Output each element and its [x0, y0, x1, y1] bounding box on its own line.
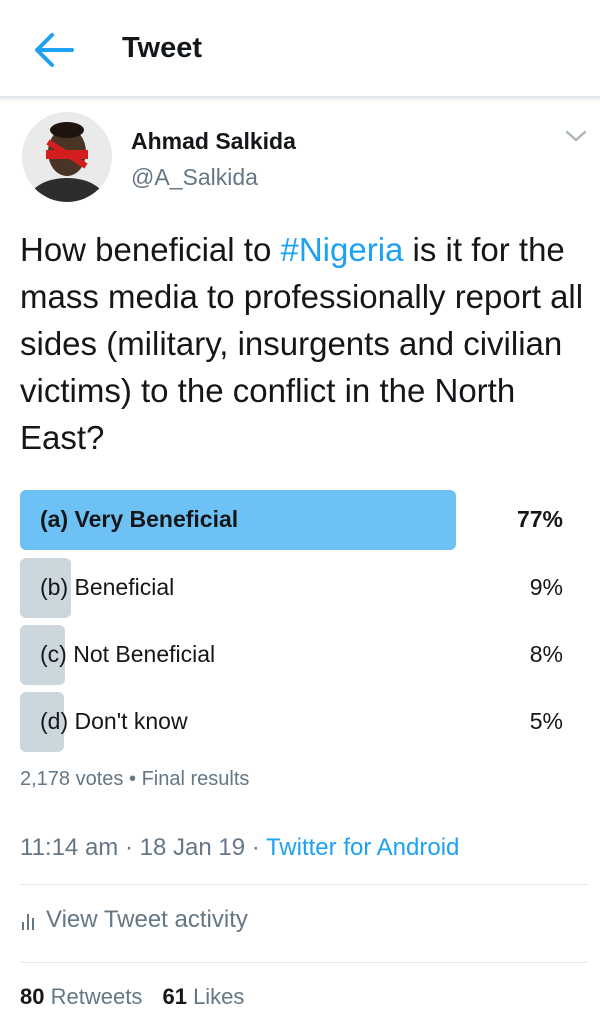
- poll-option-percent: 77%: [516, 506, 563, 532]
- view-tweet-activity-button[interactable]: View Tweet activity: [20, 906, 248, 934]
- likes-stat[interactable]: 61 Likes: [162, 984, 244, 1009]
- poll-option-percent: 9%: [529, 574, 563, 600]
- poll-summary: 2,178 votes • Final results: [20, 768, 249, 791]
- poll-option-percent: 8%: [529, 641, 563, 667]
- tweet-timestamp: 11:14 am · 18 Jan 19 · Twitter for Andro…: [20, 834, 459, 862]
- likes-label: Likes: [193, 984, 245, 1009]
- retweets-count: 80: [20, 984, 45, 1009]
- poll-option-percent: 5%: [529, 708, 563, 734]
- avatar[interactable]: [22, 112, 112, 202]
- poll-separator: •: [128, 768, 136, 790]
- avatar-image: [22, 112, 112, 202]
- retweets-stat[interactable]: 80 Retweets: [20, 984, 142, 1009]
- poll-option-label: (b) Beneficial: [40, 574, 175, 600]
- tweet-source-link[interactable]: Twitter for Android: [266, 834, 459, 861]
- tweet-stats: 80 Retweets 61 Likes: [20, 984, 258, 1010]
- divider: [20, 962, 588, 963]
- poll-option: (a) Very Beneficial 77%: [20, 490, 565, 550]
- chevron-down-icon: [565, 130, 587, 142]
- poll-option: (b) Beneficial 9%: [20, 558, 565, 618]
- meta-separator: ·: [251, 834, 260, 861]
- tweet-time: 11:14 am: [20, 834, 119, 861]
- likes-count: 61: [162, 984, 187, 1009]
- tweet-text: How beneficial to #Nigeria is it for the…: [20, 226, 590, 461]
- arrow-left-icon: [35, 33, 74, 67]
- poll-status: Final results: [141, 768, 250, 790]
- poll-option-label: (d) Don't know: [40, 708, 188, 734]
- tweet-date: 18 Jan 19: [139, 834, 246, 861]
- poll-option: (d) Don't know 5%: [20, 692, 565, 752]
- divider: [20, 884, 588, 885]
- back-button[interactable]: [32, 30, 76, 70]
- tweet-text-start: How beneficial to: [20, 231, 281, 268]
- author-name[interactable]: Ahmad Salkida: [131, 128, 296, 155]
- page-title: Tweet: [122, 32, 203, 64]
- poll-option-label: (a) Very Beneficial: [40, 506, 239, 532]
- author-handle[interactable]: @A_Salkida: [131, 164, 258, 191]
- app-header: Tweet: [0, 0, 600, 98]
- tweet-menu-button[interactable]: [563, 126, 589, 146]
- hashtag-link[interactable]: #Nigeria: [280, 231, 403, 268]
- bar-chart-icon: [22, 913, 34, 930]
- view-tweet-activity-label: View Tweet activity: [46, 906, 248, 933]
- poll-votes: 2,178 votes: [20, 768, 124, 790]
- poll-option-label: (c) Not Beneficial: [40, 641, 216, 667]
- retweets-label: Retweets: [50, 984, 143, 1009]
- meta-separator: ·: [124, 834, 133, 861]
- poll-option: (c) Not Beneficial 8%: [20, 625, 565, 685]
